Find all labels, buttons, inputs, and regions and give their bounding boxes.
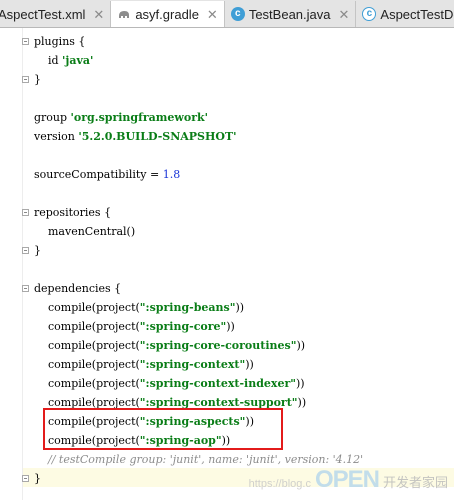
code-line: } <box>34 472 41 485</box>
close-icon[interactable]: ✕ <box>93 8 104 21</box>
tab-label: TestBean.java <box>248 6 331 22</box>
tab-asyf-gradle[interactable]: asyf.gradle ✕ <box>111 1 225 27</box>
dependency-line: compile(project(":spring-beans")) <box>34 301 245 314</box>
code-line: dependencies { <box>34 282 122 295</box>
close-icon[interactable]: ✕ <box>339 8 350 21</box>
close-icon[interactable]: ✕ <box>207 8 218 21</box>
editor-gutter <box>0 28 23 500</box>
fold-marker[interactable] <box>22 247 29 254</box>
watermark: https://blog.c OPEN 开发者家园 <box>249 466 448 494</box>
tab-aspecttestdom[interactable]: c AspectTestDoM <box>356 1 454 27</box>
code-line: sourceCompatibility = 1.8 <box>34 168 181 181</box>
code-line: } <box>34 244 41 257</box>
fold-marker[interactable] <box>22 475 29 482</box>
fold-marker[interactable] <box>22 76 29 83</box>
java-class-icon: c <box>362 7 377 21</box>
annotation-highlight-box <box>43 408 283 450</box>
dependency-line: compile(project(":spring-context-indexer… <box>34 377 305 390</box>
fold-marker[interactable] <box>22 38 29 45</box>
java-class-icon: c <box>230 7 245 21</box>
watermark-cn: 开发者家园 <box>382 475 448 490</box>
code-line: repositories { <box>34 206 112 219</box>
fold-marker[interactable] <box>22 285 29 292</box>
code-line: } <box>34 73 41 86</box>
tab-aspecttest-xml[interactable]: AspectTest.xml ✕ <box>0 1 112 27</box>
tab-testbean-java[interactable]: c TestBean.java ✕ <box>225 1 357 27</box>
dependency-line: compile(project(":spring-core-coroutines… <box>34 339 306 352</box>
code-line: version '5.2.0.BUILD-SNAPSHOT' <box>34 130 237 143</box>
watermark-brand: OPEN <box>314 466 380 493</box>
code-line: group 'org.springframework' <box>34 111 208 124</box>
tab-label: asyf.gradle <box>135 6 199 22</box>
tab-label: AspectTest.xml <box>0 6 86 22</box>
dependency-line: compile(project(":spring-context")) <box>34 358 254 371</box>
gradle-elephant-icon <box>117 7 131 21</box>
code-line: plugins { <box>34 35 86 48</box>
tab-label: AspectTestDoM <box>380 6 454 22</box>
code-line: id 'java' <box>34 54 94 67</box>
dependency-line: compile(project(":spring-core")) <box>34 320 235 333</box>
fold-marker[interactable] <box>22 209 29 216</box>
code-editor[interactable]: plugins { id 'java' } group 'org.springf… <box>0 28 454 500</box>
editor-tab-bar: AspectTest.xml ✕ asyf.gradle ✕ c TestBea… <box>0 0 454 28</box>
watermark-blog-url: https://blog.c <box>248 478 311 490</box>
code-line: mavenCentral() <box>34 225 136 238</box>
